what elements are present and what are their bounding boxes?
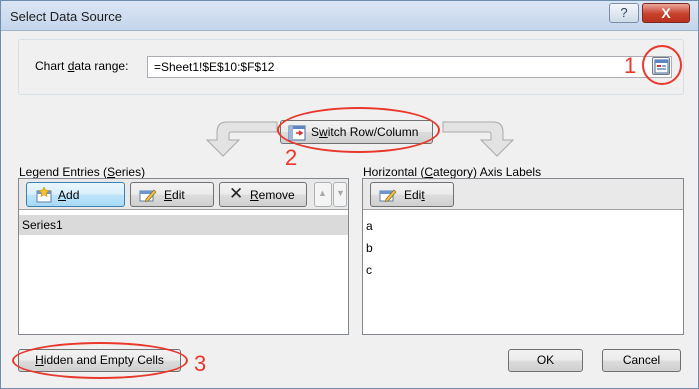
chart-data-range-value: =Sheet1!$E$10:$F$12 (154, 60, 275, 74)
move-up-button[interactable]: ▲ (314, 182, 332, 207)
category-list-item[interactable]: c (363, 260, 683, 280)
close-icon: X (661, 5, 671, 21)
add-icon (36, 187, 52, 203)
remove-series-button[interactable]: ✕ Remove (219, 182, 307, 207)
edit-series-label: Edit (164, 188, 185, 202)
help-button[interactable]: ? (609, 3, 639, 23)
dialog-title: Select Data Source (10, 9, 123, 24)
move-down-icon: ▼ (336, 188, 345, 198)
series-item-label: Series1 (22, 218, 63, 232)
annotation-circle-3 (12, 342, 188, 379)
legend-entries-title: Legend Entries (Series) (19, 165, 146, 179)
title-bar: Select Data Source ? X (1, 1, 698, 31)
annotation-circle-2 (277, 107, 440, 153)
remove-series-label: Remove (250, 188, 295, 202)
annotation-number-1: 1 (624, 53, 637, 78)
chart-data-range-input[interactable]: =Sheet1!$E$10:$F$12 (147, 56, 672, 78)
axis-labels-title: Horizontal (Category) Axis Labels (363, 165, 542, 179)
axis-labels-pane: Edit a b c (362, 178, 684, 335)
arrow-left-icon (205, 121, 278, 157)
legend-entries-pane: Add Edit ✕ Remove ▲ ▼ Series1 (18, 178, 349, 335)
edit-series-button[interactable]: Edit (130, 182, 214, 207)
category-list-item[interactable]: b (363, 238, 683, 258)
ok-label: OK (536, 353, 555, 367)
cancel-label: Cancel (622, 353, 661, 367)
help-icon: ? (620, 5, 628, 20)
edit-axis-labels-button[interactable]: Edit (370, 182, 454, 207)
edit-axis-labels-label: Edit (404, 188, 425, 202)
remove-icon: ✕ (229, 184, 244, 203)
legend-toolbar: Add Edit ✕ Remove ▲ ▼ (19, 179, 348, 210)
category-item-label: a (366, 219, 373, 233)
ok-button[interactable]: OK (508, 349, 583, 372)
close-button[interactable]: X (642, 3, 690, 23)
category-item-label: b (366, 241, 373, 255)
add-series-button[interactable]: Add (26, 182, 125, 207)
move-down-button[interactable]: ▼ (333, 182, 347, 207)
annotation-number-2: 2 (285, 145, 298, 170)
category-item-label: c (366, 263, 372, 277)
cancel-button[interactable]: Cancel (602, 349, 681, 372)
edit-icon (379, 189, 397, 202)
add-series-label: Add (58, 188, 80, 202)
series-list-item[interactable]: Series1 (19, 215, 348, 235)
move-up-icon: ▲ (318, 188, 327, 198)
annotation-number-3: 3 (194, 351, 207, 376)
arrow-right-icon (442, 121, 515, 157)
annotation-circle-1 (642, 45, 682, 85)
edit-icon (139, 189, 157, 202)
select-data-source-dialog: Select Data Source ? X Chart data range:… (0, 0, 699, 389)
category-list-item[interactable]: a (363, 216, 683, 236)
chart-data-range-label: Chart data range: (35, 59, 129, 73)
axis-toolbar: Edit (363, 179, 683, 210)
